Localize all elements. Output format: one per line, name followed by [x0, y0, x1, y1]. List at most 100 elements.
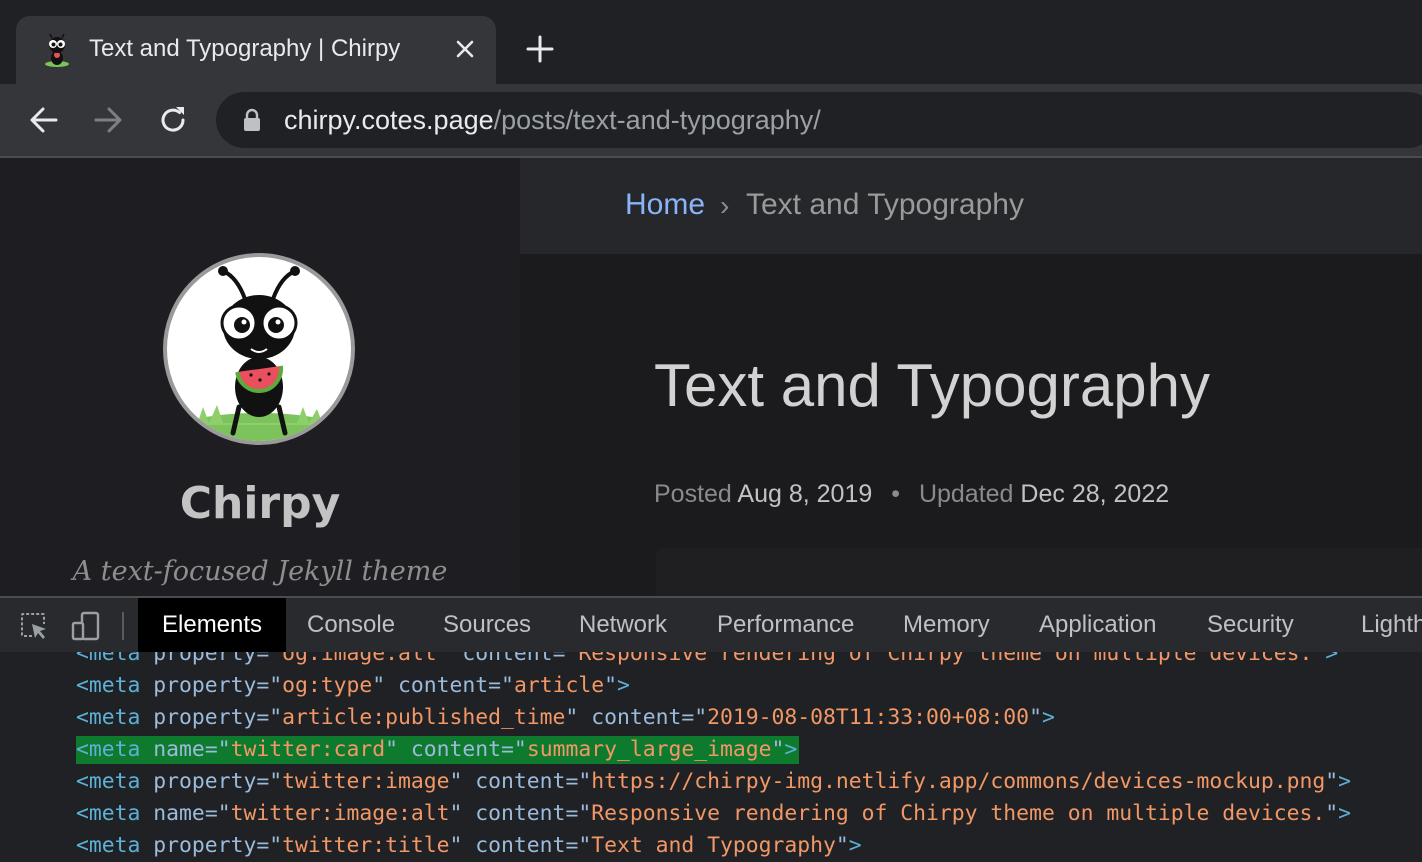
- devtools-tab-security[interactable]: Security: [1207, 598, 1294, 652]
- dom-node-line[interactable]: <meta property="twitter:title" content="…: [76, 832, 862, 860]
- devtools-tab-application[interactable]: Application: [1039, 598, 1156, 652]
- dom-punctuation: <: [76, 737, 89, 762]
- dom-punctuation: =": [204, 801, 231, 826]
- dom-punctuation: ": [449, 833, 476, 858]
- dom-attr-name: name: [153, 801, 205, 826]
- dom-node-line[interactable]: <meta property="article:published_time" …: [76, 704, 1055, 732]
- dom-attr-value: Responsive rendering of Chirpy theme on …: [578, 652, 1313, 666]
- inspect-element-icon[interactable]: [18, 610, 50, 642]
- dom-punctuation: >: [1338, 801, 1352, 826]
- dom-punctuation: =": [256, 833, 283, 858]
- forward-arrow-icon[interactable]: [90, 102, 126, 138]
- dom-attr-value: Text and Typography: [591, 833, 836, 858]
- url-host: chirpy.cotes.page: [284, 105, 494, 135]
- devtools-tab-elements[interactable]: Elements: [138, 598, 287, 652]
- dom-punctuation: =": [256, 705, 283, 730]
- dom-attr-value: summary_large_image: [526, 737, 772, 762]
- updated-date: Dec 28, 2022: [1020, 480, 1170, 508]
- back-arrow-icon[interactable]: [26, 102, 62, 138]
- dom-attr-name: content: [591, 705, 682, 730]
- lock-icon[interactable]: [242, 108, 262, 132]
- dom-punctuation: ": [1325, 769, 1339, 794]
- updated-label: Updated: [918, 480, 1014, 508]
- dom-attr-name: content: [462, 652, 553, 666]
- dom-punctuation: =": [256, 769, 283, 794]
- dom-punctuation: ": [449, 769, 476, 794]
- browser-toolbar: chirpy.cotes.page/posts/text-and-typogra…: [0, 84, 1422, 156]
- dom-tag-name: meta: [88, 833, 141, 858]
- dom-punctuation: ": [372, 673, 399, 698]
- dom-punctuation: >: [1041, 705, 1055, 730]
- dom-punctuation: <: [76, 673, 89, 698]
- close-icon[interactable]: [452, 36, 478, 62]
- url-path: /posts/text-and-typography/: [493, 105, 821, 135]
- ant-avatar-image: [179, 266, 339, 441]
- topbar: Home › Text and Typography: [520, 158, 1422, 254]
- plus-icon[interactable]: [525, 34, 555, 64]
- site-subtitle: A text-focused Jekyll theme: [72, 556, 448, 587]
- dom-attr-value: 2019-08-08T11:33:00+08:00: [707, 705, 1030, 730]
- dom-punctuation: ": [565, 705, 592, 730]
- dom-punctuation: =": [565, 769, 592, 794]
- dom-punctuation: <: [76, 769, 89, 794]
- dom-tag-name: meta: [88, 652, 141, 666]
- dom-attr-value: twitter:card: [230, 737, 386, 762]
- dom-punctuation: <: [76, 833, 89, 858]
- avatar[interactable]: [163, 253, 355, 445]
- dom-punctuation: [140, 652, 153, 666]
- dom-punctuation: =": [256, 673, 283, 698]
- dom-punctuation: =": [565, 833, 592, 858]
- dom-attr-name: property: [153, 833, 257, 858]
- dom-punctuation: =": [552, 652, 579, 666]
- dom-attr-name: content: [410, 737, 502, 762]
- dom-punctuation: ": [604, 673, 617, 698]
- dom-punctuation: ": [835, 833, 849, 858]
- site-title[interactable]: Chirpy: [0, 478, 520, 529]
- dom-punctuation: >: [1338, 769, 1352, 794]
- breadcrumb-current: Text and Typography: [746, 188, 1024, 221]
- devtools-tabbar: Elements Console Sources Network Perform…: [0, 596, 1422, 652]
- dom-punctuation: >: [1325, 652, 1339, 666]
- posted-label: Posted: [654, 480, 732, 508]
- dom-attr-name: property: [153, 673, 257, 698]
- dom-node-line[interactable]: <meta name="twitter:card" content="summa…: [76, 736, 800, 764]
- address-bar[interactable]: chirpy.cotes.page/posts/text-and-typogra…: [216, 92, 1422, 148]
- sidebar: Chirpy A text-focused Jekyll theme: [0, 158, 520, 596]
- breadcrumb-home-link[interactable]: Home: [625, 188, 705, 222]
- reload-icon[interactable]: [155, 102, 191, 138]
- dom-punctuation: ": [1029, 705, 1042, 730]
- dom-attr-value: article: [513, 673, 605, 698]
- dom-node-line[interactable]: <meta name="twitter:image:alt" content="…: [76, 800, 1351, 828]
- browser-tab-active[interactable]: Text and Typography | Chirpy: [16, 16, 496, 84]
- dom-punctuation: =": [488, 673, 514, 698]
- devtools-tab-lighthouse[interactable]: Lighthouse: [1361, 598, 1422, 652]
- dom-punctuation: >: [848, 833, 862, 858]
- dom-punctuation: [140, 737, 153, 762]
- dom-punctuation: ": [771, 737, 785, 762]
- devtools-tab-console[interactable]: Console: [307, 598, 395, 652]
- dom-attr-value: og:type: [282, 673, 373, 698]
- dom-node-line[interactable]: <meta property="og:image:alt" content="R…: [76, 652, 1338, 668]
- dom-punctuation: >: [616, 673, 630, 698]
- dom-node-line[interactable]: <meta property="twitter:image" content="…: [76, 768, 1351, 796]
- dom-tag-name: meta: [88, 801, 141, 826]
- dom-punctuation: [140, 769, 153, 794]
- devtools-tab-network[interactable]: Network: [579, 598, 667, 652]
- dom-attr-name: property: [153, 652, 257, 666]
- tab-strip: Text and Typography | Chirpy: [0, 0, 1422, 84]
- dom-punctuation: =": [565, 801, 592, 826]
- devtools-tab-memory[interactable]: Memory: [903, 598, 990, 652]
- dom-attr-name: content: [475, 769, 566, 794]
- dom-tag-name: meta: [88, 705, 141, 730]
- devtools-tab-sources[interactable]: Sources: [443, 598, 531, 652]
- dom-attr-value: og:image:alt: [282, 652, 437, 666]
- dom-node-line[interactable]: <meta property="og:type" content="articl…: [76, 672, 630, 700]
- devtools-tab-performance[interactable]: Performance: [717, 598, 854, 652]
- dom-punctuation: [140, 833, 153, 858]
- device-toolbar-icon[interactable]: [70, 610, 102, 642]
- dom-attr-name: property: [153, 769, 257, 794]
- post-preview-image: [656, 548, 1422, 596]
- dom-punctuation: ": [449, 801, 476, 826]
- dom-attr-value: twitter:image:alt: [230, 801, 450, 826]
- dom-punctuation: [140, 673, 153, 698]
